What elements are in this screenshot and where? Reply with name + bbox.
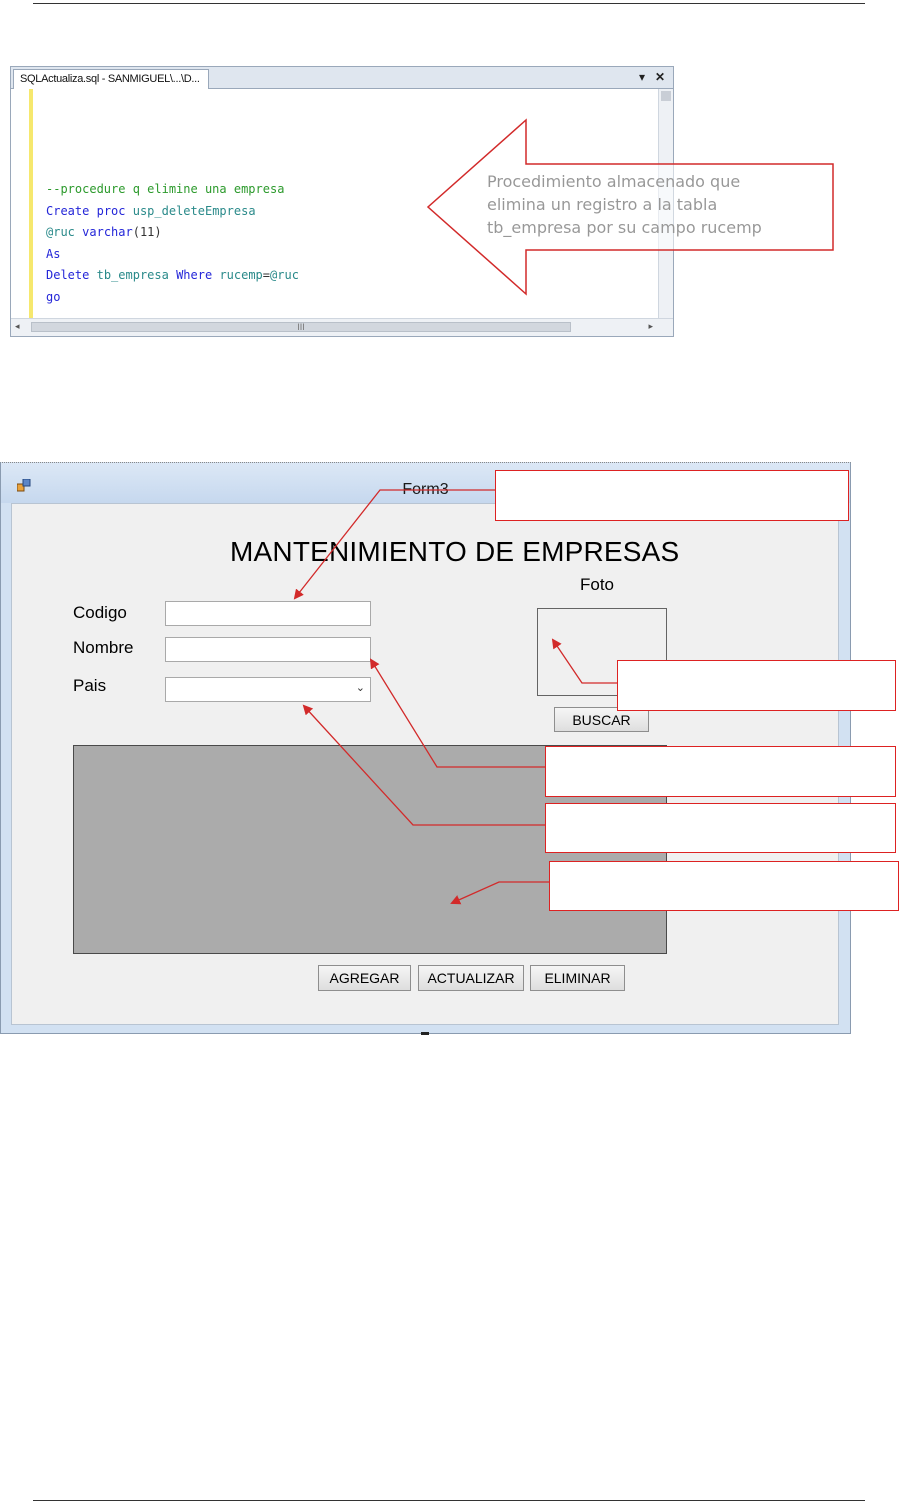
form-heading: MANTENIMIENTO DE EMPRESAS <box>230 536 680 567</box>
eliminar-button[interactable]: ELIMINAR <box>530 965 625 991</box>
code-line: Delete tb_empresa Where rucemp=@ruc <box>46 268 299 282</box>
code-line: @ruc varchar(11) <box>46 225 162 239</box>
code-line: As <box>46 246 61 261</box>
callout-line: tb_empresa por su campo rucemp <box>487 218 762 237</box>
actualizar-button[interactable]: ACTUALIZAR <box>418 965 524 991</box>
editor-change-margin <box>29 89 33 318</box>
callout-box <box>495 470 849 521</box>
code-line: --procedure q elimine una empresa <box>46 182 285 196</box>
callout-line: Procedimiento almacenado que <box>487 172 741 191</box>
scroll-grip: III <box>297 322 305 332</box>
callout-line: elimina un registro a la tabla <box>487 195 718 214</box>
photo-label: Foto <box>580 575 615 594</box>
nombre-input[interactable] <box>165 637 371 662</box>
callout-box <box>545 746 896 797</box>
window-bottom-marker <box>421 1032 429 1035</box>
horizontal-scrollbar[interactable]: ◂ III ▸ <box>11 318 673 336</box>
dropdown-arrow-icon[interactable]: ▾ <box>639 69 645 85</box>
editor-tab-bar: SQLActualiza.sql - SANMIGUEL\...\D... ▾ … <box>11 67 673 89</box>
scroll-left-icon[interactable]: ◂ <box>15 321 20 332</box>
header-rule <box>33 3 865 4</box>
callout-box <box>617 660 896 711</box>
sql-code[interactable]: --procedure q elimine una empresa Create… <box>46 179 299 308</box>
code-line: go <box>46 289 61 304</box>
callout-box <box>545 803 896 853</box>
pais-combobox[interactable]: ⌄ <box>165 677 371 702</box>
close-icon[interactable]: ✕ <box>655 69 665 85</box>
scroll-right-icon[interactable]: ▸ <box>648 321 653 332</box>
editor-tab[interactable]: SQLActualiza.sql - SANMIGUEL\...\D... <box>13 69 209 89</box>
nombre-label: Nombre <box>73 638 134 657</box>
footer-rule <box>33 1500 865 1501</box>
editor-tab-title: SQLActualiza.sql - SANMIGUEL\...\D... <box>20 73 200 85</box>
chevron-down-icon[interactable]: ⌄ <box>356 681 365 694</box>
arrow-callout-text: Procedimiento almacenado que elimina un … <box>487 170 827 239</box>
codigo-input[interactable] <box>165 601 371 626</box>
pais-label: Pais <box>73 676 107 695</box>
scroll-thumb[interactable] <box>661 91 671 101</box>
code-line: Create proc usp_deleteEmpresa <box>46 203 256 218</box>
agregar-button[interactable]: AGREGAR <box>318 965 411 991</box>
scroll-thumb[interactable]: III <box>31 322 571 332</box>
callout-box <box>549 861 899 911</box>
codigo-label: Codigo <box>73 603 127 622</box>
